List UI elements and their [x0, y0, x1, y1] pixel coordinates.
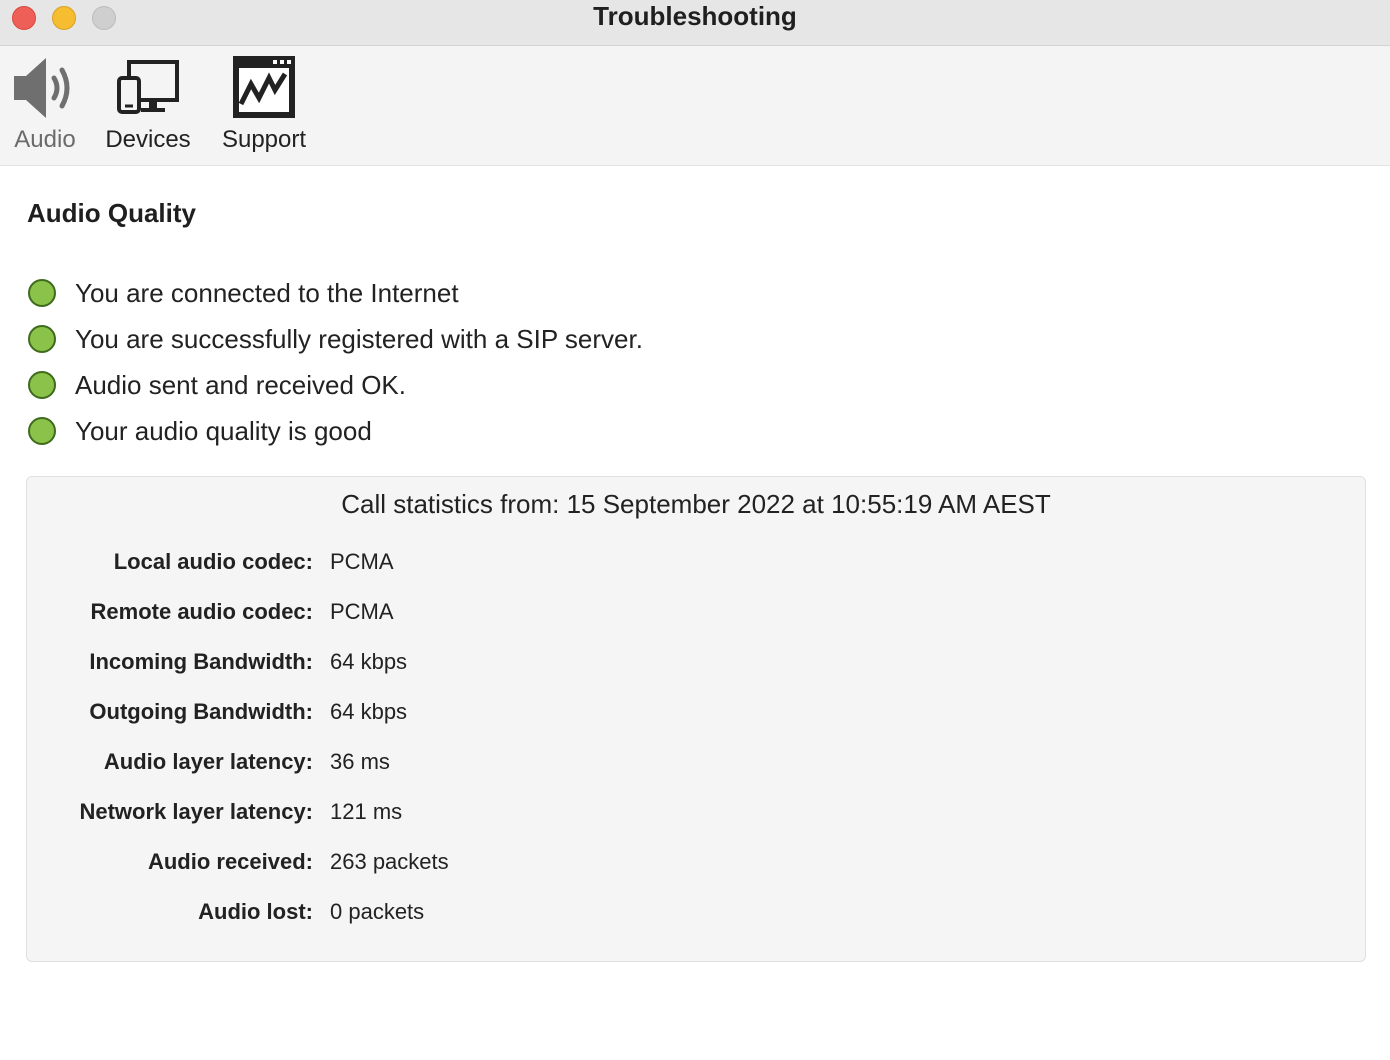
- status-list: You are connected to the Internet You ar…: [28, 270, 643, 454]
- stat-value: 0 packets: [330, 899, 425, 924]
- section-title: Audio Quality: [27, 198, 196, 228]
- status-item: Your audio quality is good: [28, 408, 643, 454]
- stat-value: 64 kbps: [330, 699, 408, 724]
- toolbar-item-support[interactable]: Support: [212, 54, 316, 160]
- stat-value: 121 ms: [330, 799, 403, 824]
- toolbar-item-devices[interactable]: Devices: [100, 54, 196, 160]
- call-statistics-list: Local audio codec: PCMA Remote audio cod…: [27, 543, 1365, 943]
- stat-row: Audio lost: 0 packets: [27, 893, 1365, 943]
- status-ok-icon: [28, 279, 56, 307]
- stat-value: 64 kbps: [330, 649, 408, 674]
- window-title: Troubleshooting: [593, 1, 797, 31]
- stat-label: Incoming Bandwidth:: [89, 649, 313, 674]
- stat-row: Audio received: 263 packets: [27, 843, 1365, 893]
- toolbar-label-devices: Devices: [105, 126, 191, 153]
- stat-row: Audio layer latency: 36 ms: [27, 743, 1365, 793]
- stat-row: Outgoing Bandwidth: 64 kbps: [27, 693, 1365, 743]
- status-text: You are connected to the Internet: [75, 277, 459, 308]
- stat-row: Local audio codec: PCMA: [27, 543, 1365, 593]
- audio-pane: Audio Quality You are connected to the I…: [0, 166, 1390, 1060]
- title-bar: Troubleshooting: [0, 0, 1390, 46]
- support-chart-icon: [212, 54, 316, 122]
- stat-label: Remote audio codec:: [90, 599, 313, 624]
- status-ok-icon: [28, 417, 56, 445]
- toolbar-label-audio: Audio: [14, 126, 76, 153]
- devices-icon: [100, 54, 196, 122]
- stat-label: Local audio codec:: [113, 549, 313, 574]
- status-item: You are successfully registered with a S…: [28, 316, 643, 362]
- call-statistics-panel: Call statistics from: 15 September 2022 …: [26, 476, 1366, 962]
- status-text: You are successfully registered with a S…: [75, 323, 643, 354]
- stat-label: Outgoing Bandwidth:: [89, 699, 313, 724]
- status-item: You are connected to the Internet: [28, 270, 643, 316]
- toolbar: Audio Devices Support: [0, 46, 1390, 166]
- status-text: Audio sent and received OK.: [75, 369, 406, 400]
- stat-value: PCMA: [330, 599, 394, 624]
- stat-label: Audio received:: [147, 849, 313, 874]
- toolbar-item-audio[interactable]: Audio: [6, 54, 84, 160]
- stat-label: Audio layer latency:: [103, 749, 313, 774]
- stat-row: Network layer latency: 121 ms: [27, 793, 1365, 843]
- status-ok-icon: [28, 371, 56, 399]
- toolbar-label-support: Support: [221, 126, 307, 153]
- speaker-icon: [6, 54, 84, 122]
- status-text: Your audio quality is good: [75, 415, 372, 446]
- call-statistics-header: Call statistics from: 15 September 2022 …: [341, 489, 1051, 519]
- stat-value: PCMA: [330, 549, 394, 574]
- stat-row: Remote audio codec: PCMA: [27, 593, 1365, 643]
- stat-label: Network layer latency:: [79, 799, 313, 824]
- status-ok-icon: [28, 325, 56, 353]
- stat-row: Incoming Bandwidth: 64 kbps: [27, 643, 1365, 693]
- stat-value: 263 packets: [330, 849, 449, 874]
- stat-label: Audio lost:: [198, 899, 313, 924]
- stat-value: 36 ms: [330, 749, 390, 774]
- status-item: Audio sent and received OK.: [28, 362, 643, 408]
